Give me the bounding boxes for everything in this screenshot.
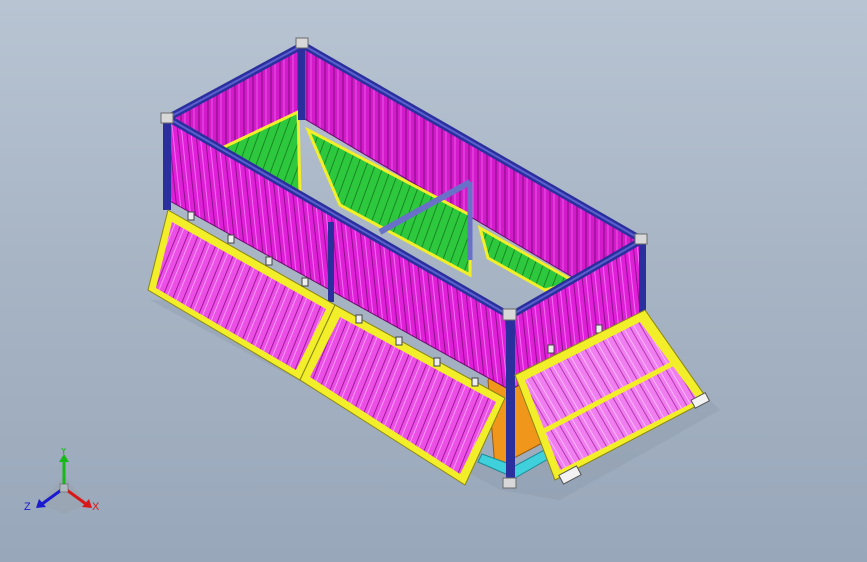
graphics-viewport[interactable]: Y Z X bbox=[0, 0, 867, 562]
x-axis-label: X bbox=[92, 501, 100, 513]
container-3d-model[interactable] bbox=[0, 0, 867, 562]
y-axis-label: Y bbox=[60, 448, 68, 457]
view-orientation-triad[interactable]: Y Z X bbox=[22, 445, 106, 524]
z-axis-label: Z bbox=[24, 501, 31, 513]
triad-origin bbox=[59, 483, 69, 493]
